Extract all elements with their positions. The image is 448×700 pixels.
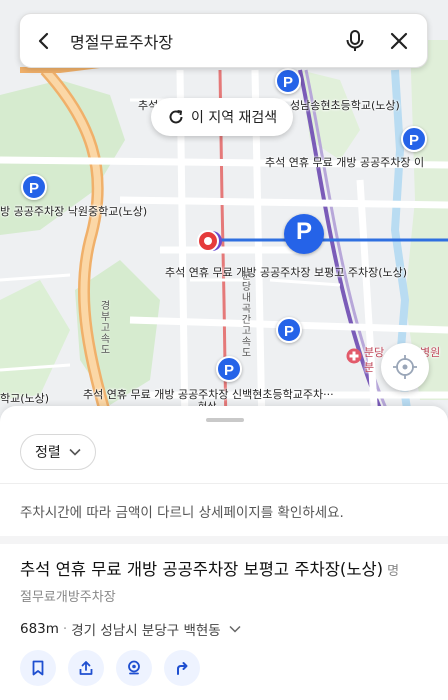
sort-button[interactable]: 정렬 <box>20 434 96 470</box>
result-category: 명 <box>387 564 400 579</box>
map-view[interactable]: P P P P P P 현상 추석 성남송현초등학교(노상) 추석 연휴 무료 … <box>0 0 448 430</box>
directions-icon <box>177 662 188 675</box>
location-target-icon <box>393 355 417 379</box>
back-arrow-icon <box>38 32 49 49</box>
map-label: 추석 연휴 무료 개방 공공주차장 신백현초등학교주차··· <box>83 388 334 401</box>
microphone-icon <box>346 29 364 51</box>
pricing-notice: 주차시간에 따라 금액이 다르니 상세페이지를 확인하세요. <box>20 505 344 521</box>
sort-label: 정렬 <box>35 445 61 461</box>
result-item[interactable]: 추석 연휴 무료 개방 공공주차장 보평고 주차장(노상) 명 절무료개방주차장 … <box>20 556 440 639</box>
parking-pin[interactable]: P <box>216 356 242 382</box>
directions-button[interactable] <box>164 650 200 686</box>
map-label: 경부고속도 <box>98 300 109 355</box>
share-button[interactable] <box>68 650 104 686</box>
set-destination-button[interactable] <box>116 650 152 686</box>
current-location-icon <box>197 230 222 252</box>
selected-parking-pin[interactable]: P <box>284 214 324 254</box>
result-meta[interactable]: 683m · 경기 성남시 분당구 백현동 <box>20 619 440 639</box>
divider <box>0 483 448 484</box>
search-query[interactable]: 명절무료주차장 <box>68 29 333 53</box>
my-location-button[interactable] <box>381 343 429 391</box>
back-button[interactable] <box>20 13 68 68</box>
map-label: 방 공공주차장 낙원중학교(노상) <box>0 205 148 218</box>
share-icon <box>79 661 93 675</box>
chevron-down-icon <box>69 448 81 456</box>
map-label: 추석 연휴 무료 개방 공공주차장 보평고 주차장(노상) <box>165 266 408 279</box>
meta-separator: · <box>62 621 68 637</box>
clear-search-button[interactable] <box>377 13 421 68</box>
research-label: 이 지역 재검색 <box>191 110 278 126</box>
close-icon <box>390 32 408 49</box>
parking-pin[interactable]: P <box>401 126 427 152</box>
result-address: 경기 성남시 분당구 백현동 <box>71 623 221 639</box>
result-title[interactable]: 추석 연휴 무료 개방 공공주차장 보평고 주차장(노상) <box>20 560 383 579</box>
save-button[interactable] <box>20 650 56 686</box>
sheet-handle[interactable] <box>206 418 244 422</box>
pin-icon <box>128 660 140 675</box>
search-bar[interactable]: 명절무료주차장 <box>19 13 428 68</box>
parking-pin[interactable]: P <box>21 174 47 200</box>
chevron-down-icon <box>229 625 241 633</box>
result-actions <box>20 650 200 686</box>
research-area-button[interactable]: 이 지역 재검색 <box>151 98 294 136</box>
result-category-cont: 절무료개방주차장 <box>20 590 116 605</box>
map-label: 성남송현초등학교(노상) <box>290 99 400 112</box>
bookmark-icon <box>32 660 44 676</box>
map-label: 분당 <box>364 346 385 359</box>
map-label: 분당내곡간고속도 <box>239 270 250 358</box>
map-label: 분 <box>364 361 375 374</box>
results-sheet: 정렬 주차시간에 따라 금액이 다르니 상세페이지를 확인하세요. 추석 연휴 … <box>0 406 448 700</box>
parking-pin[interactable]: P <box>276 317 302 343</box>
map-label: 학교(노상) <box>0 392 50 405</box>
result-distance: 683m <box>20 621 59 637</box>
voice-search-button[interactable] <box>333 13 377 68</box>
map-label: 추석 연휴 무료 개방 공공주차장 이 <box>265 156 425 169</box>
parking-pin[interactable]: P <box>275 68 301 94</box>
hospital-icon <box>346 348 362 364</box>
section-divider <box>0 536 448 544</box>
refresh-icon <box>169 110 183 124</box>
